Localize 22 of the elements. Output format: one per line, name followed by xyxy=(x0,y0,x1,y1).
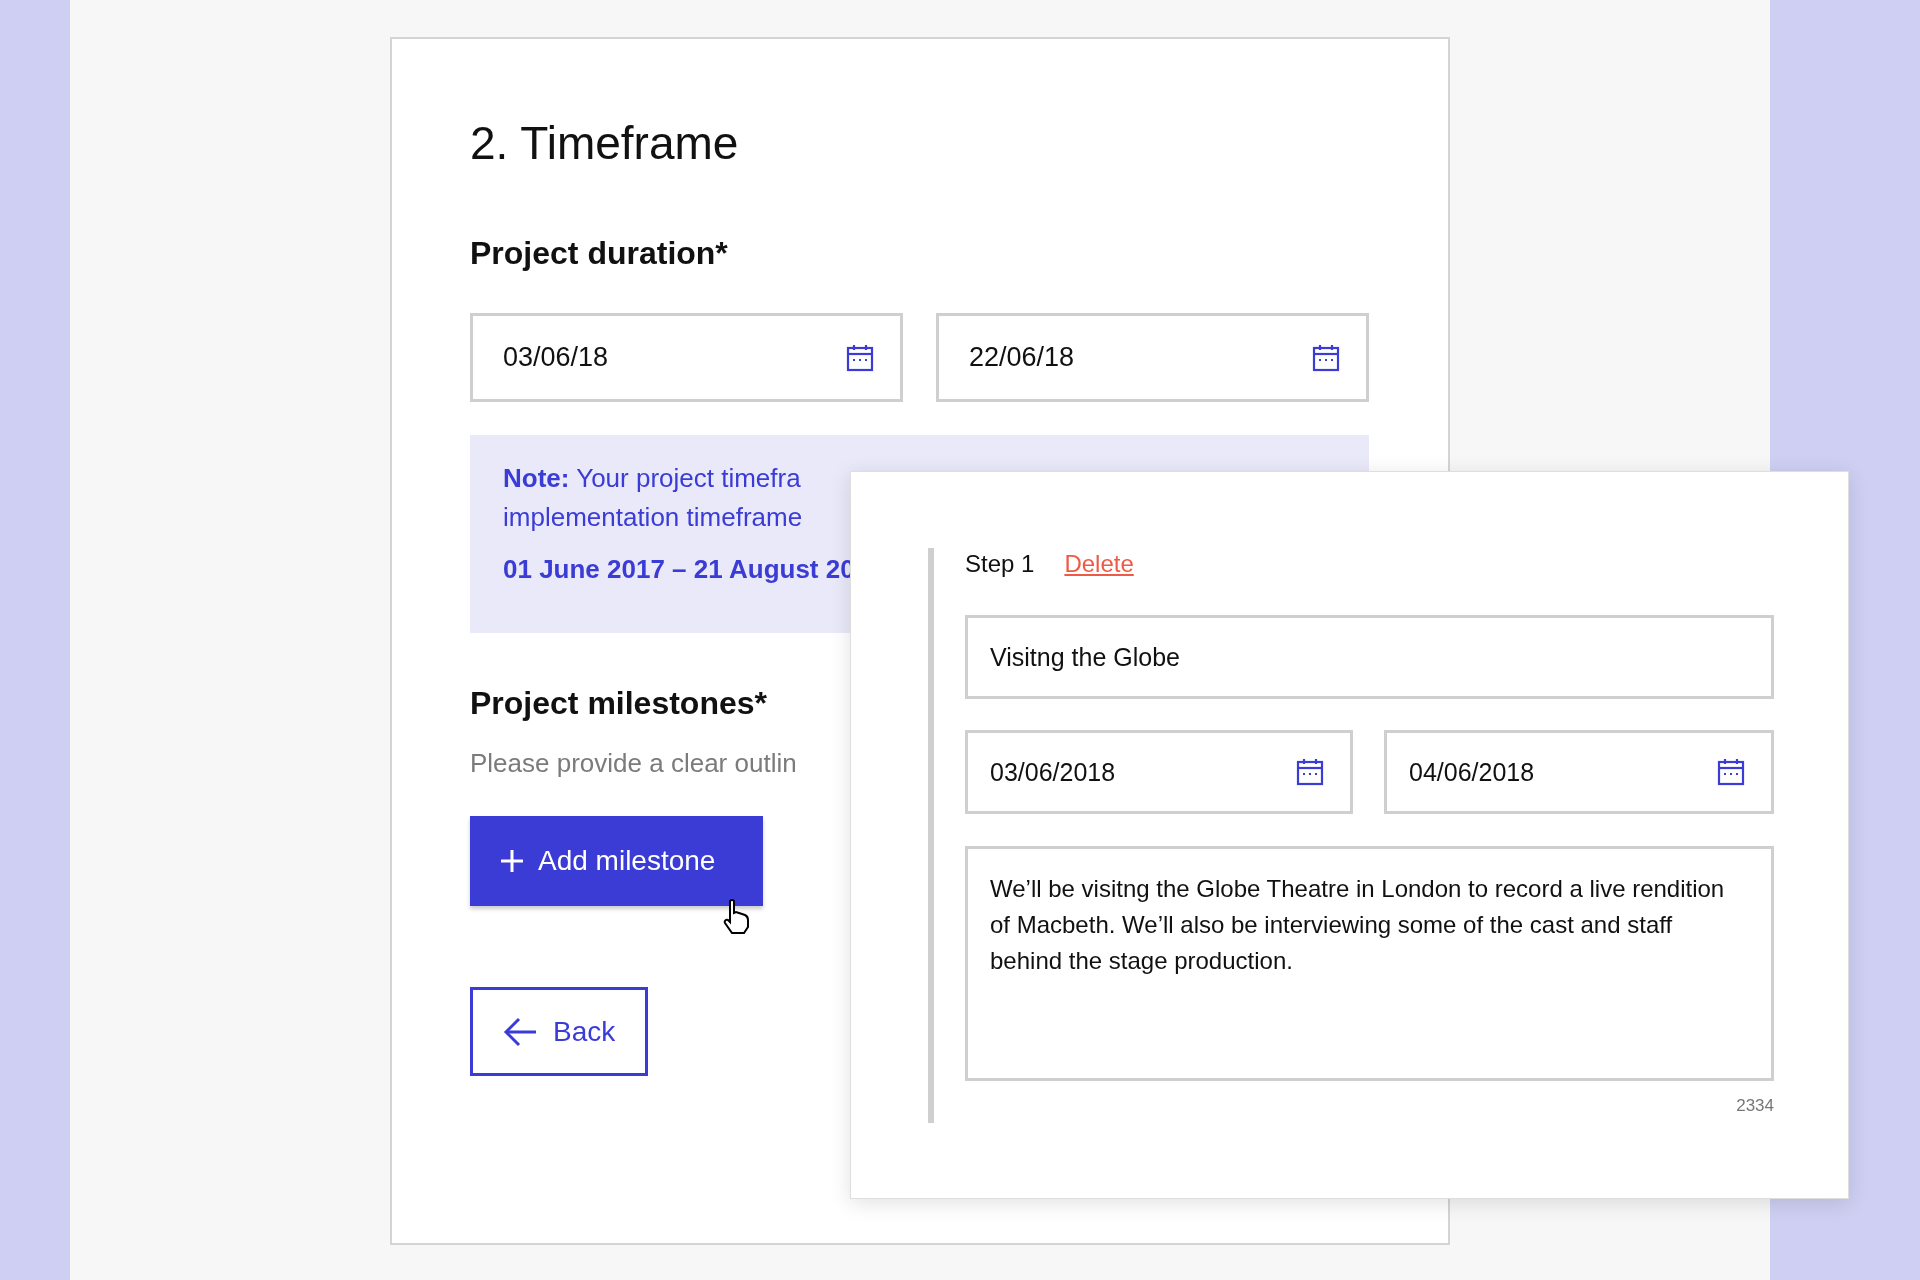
calendar-icon[interactable] xyxy=(1716,757,1746,787)
date-field[interactable]: 04/06/2018 xyxy=(1384,730,1774,814)
hint-text: Please provide a clear outlin xyxy=(470,747,797,780)
calendar-icon[interactable] xyxy=(1295,757,1325,787)
hand-cursor-icon xyxy=(722,899,752,935)
page-title: 2. Timeframe xyxy=(470,116,740,171)
date-field[interactable]: 03/06/2018 xyxy=(965,730,1353,814)
add-milestone-button[interactable]: Add milestone xyxy=(470,816,763,906)
title-field[interactable]: Visitng the Globe xyxy=(965,615,1774,699)
section-heading: Project duration* xyxy=(470,234,729,273)
step-label: Step 1 xyxy=(965,549,1035,579)
back-button[interactable]: Back xyxy=(470,987,648,1076)
note-text: implementation timeframe xyxy=(503,501,803,534)
calendar-icon[interactable] xyxy=(845,342,875,373)
note-text: Note: Your project timefra xyxy=(503,462,801,495)
date-field[interactable]: 22/06/18 xyxy=(936,313,1369,402)
character-count: 2334 xyxy=(1736,1095,1774,1117)
plus-icon xyxy=(500,849,524,873)
description-field[interactable]: We’ll be visitng the Globe Theatre in London to record a live rendition of Macbeth. We’ll also be interviewing some of the cast and staff behind the stage production. xyxy=(965,846,1774,1081)
calendar-icon[interactable] xyxy=(1311,342,1341,373)
date-field[interactable]: 03/06/18 xyxy=(470,313,903,402)
section-heading: Project milestones* xyxy=(470,684,768,723)
